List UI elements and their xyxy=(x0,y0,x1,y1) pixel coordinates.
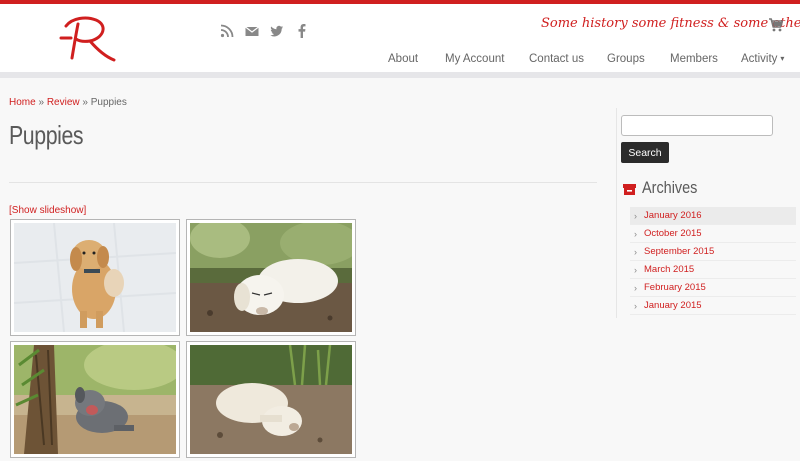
archive-list: › January 2016 › October 2015 › September 2… xyxy=(630,207,796,315)
chevron-right-icon: › xyxy=(634,211,637,221)
social-links xyxy=(220,24,309,38)
page-content: Home » Review » Puppies Puppies [Show sl… xyxy=(0,78,800,461)
archive-link[interactable]: January 2016 xyxy=(644,210,702,221)
nav-groups[interactable]: Groups xyxy=(607,53,645,65)
search-input[interactable] xyxy=(621,115,773,136)
puppy-golden-standing-image xyxy=(14,223,176,332)
page-title: Puppies xyxy=(9,120,84,150)
gallery-thumb-puppy-golden-standing[interactable] xyxy=(10,219,180,336)
chevron-right-icon: › xyxy=(634,301,637,311)
puppy-grey-yawning-image xyxy=(14,345,176,454)
breadcrumb-review[interactable]: Review xyxy=(47,97,80,108)
chevron-right-icon: › xyxy=(634,247,637,257)
breadcrumb-separator: » xyxy=(79,97,91,108)
chevron-right-icon: › xyxy=(634,265,637,275)
nav-my-account[interactable]: My Account xyxy=(445,53,504,65)
puppy-white-lying-image xyxy=(190,345,352,454)
archive-item[interactable]: › September 2015 xyxy=(630,243,796,261)
search-button[interactable]: Search xyxy=(621,142,669,163)
gallery-thumb-puppy-white-sleeping[interactable] xyxy=(186,219,356,336)
twitter-icon[interactable] xyxy=(270,24,284,38)
site-tagline: Some history some fitness & some others xyxy=(541,16,800,31)
archive-item[interactable]: › February 2015 xyxy=(630,279,796,297)
mail-icon[interactable] xyxy=(245,24,259,38)
archive-link[interactable]: January 2015 xyxy=(644,300,702,311)
archive-link[interactable]: October 2015 xyxy=(644,228,702,239)
breadcrumb-home[interactable]: Home xyxy=(9,97,36,108)
sidebar-separator xyxy=(616,108,617,318)
cart-icon[interactable] xyxy=(768,17,784,33)
archive-item[interactable]: › January 2015 xyxy=(630,297,796,315)
archives-heading: Archives xyxy=(622,178,707,198)
rss-icon[interactable] xyxy=(220,24,234,38)
archive-link[interactable]: March 2015 xyxy=(644,264,694,275)
archive-link[interactable]: February 2015 xyxy=(644,282,706,293)
chevron-right-icon: › xyxy=(634,229,637,239)
nav-members[interactable]: Members xyxy=(670,53,718,65)
archive-item[interactable]: › October 2015 xyxy=(630,225,796,243)
breadcrumb: Home » Review » Puppies xyxy=(9,97,127,108)
chevron-right-icon: › xyxy=(634,283,637,293)
chevron-down-icon: ▾ xyxy=(780,54,785,63)
nav-activity-label: Activity xyxy=(741,53,778,65)
nav-about[interactable]: About xyxy=(388,53,418,65)
nav-activity[interactable]: Activity ▾ xyxy=(741,53,784,65)
nav-contact-us[interactable]: Contact us xyxy=(529,53,584,65)
breadcrumb-separator: » xyxy=(35,97,47,108)
main-nav: About My Account Contact us Groups Membe… xyxy=(0,53,800,69)
breadcrumb-current: Puppies xyxy=(90,97,127,108)
archive-box-icon xyxy=(623,183,636,195)
archive-link[interactable]: September 2015 xyxy=(644,246,714,257)
facebook-icon[interactable] xyxy=(295,24,309,38)
gallery-thumb-puppy-white-lying[interactable] xyxy=(186,341,356,458)
site-header: Some history some fitness & some others … xyxy=(0,4,800,72)
show-slideshow-link[interactable]: [Show slideshow] xyxy=(9,205,86,216)
archive-item[interactable]: › March 2015 xyxy=(630,261,796,279)
archives-title: Archives xyxy=(642,178,698,197)
title-divider xyxy=(9,182,597,183)
archive-item[interactable]: › January 2016 xyxy=(630,207,796,225)
puppy-white-sleeping-image xyxy=(190,223,352,332)
gallery-thumb-puppy-grey-yawning[interactable] xyxy=(10,341,180,458)
